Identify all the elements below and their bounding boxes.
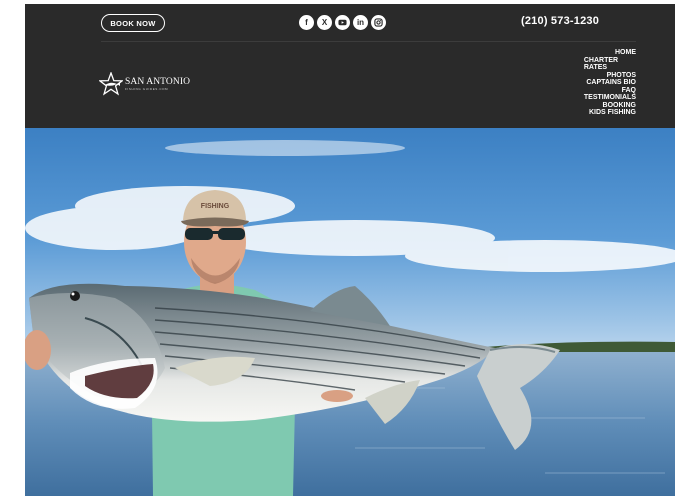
man-hand-right <box>321 390 353 402</box>
nav-item-booking[interactable]: BOOKING <box>603 102 636 110</box>
phone-number-link[interactable]: (210) 573-1230 <box>521 15 599 27</box>
hat-logo-text: FISHING <box>201 203 230 210</box>
nav-item-rates[interactable]: RATES <box>584 64 607 72</box>
clouds <box>25 140 675 272</box>
facebook-icon[interactable]: f <box>299 15 314 30</box>
logo-wordmark: SAN ANTONIO FISHING GUIDES.COM <box>125 77 190 92</box>
header-divider <box>101 41 636 42</box>
sunglasses <box>185 228 213 240</box>
linkedin-icon[interactable]: in <box>353 15 368 30</box>
logo-title: SAN ANTONIO <box>125 76 191 87</box>
social-links: f X in <box>299 15 386 30</box>
nav-item-faq[interactable]: FAQ <box>622 87 636 95</box>
instagram-icon[interactable] <box>371 15 386 30</box>
site-header: BOOK NOW f X in (210) 573-1230 SAN ANTON… <box>25 4 675 128</box>
star-fish-logo-icon <box>99 72 123 96</box>
logo-subtitle: FISHING GUIDES.COM <box>125 86 169 91</box>
main-nav: HOME CHARTER RATES PHOTOS CAPTAINS BIO F… <box>584 49 636 117</box>
page-frame: BOOK NOW f X in (210) 573-1230 SAN ANTON… <box>25 4 675 496</box>
x-twitter-icon[interactable]: X <box>317 15 332 30</box>
hero-photo: FISHING <box>25 140 675 496</box>
youtube-icon[interactable] <box>335 15 350 30</box>
nav-item-photos[interactable]: PHOTOS <box>607 72 636 80</box>
nav-item-home[interactable]: HOME <box>615 49 636 57</box>
nav-item-testimonials[interactable]: TESTIMONIALS <box>584 94 636 102</box>
book-now-button[interactable]: BOOK NOW <box>101 14 165 32</box>
nav-item-charter[interactable]: CHARTER <box>584 57 618 65</box>
nav-item-kids-fishing[interactable]: KIDS FISHING <box>589 109 636 117</box>
hero-image: FISHING <box>25 128 675 496</box>
site-logo[interactable]: SAN ANTONIO FISHING GUIDES.COM <box>99 70 199 98</box>
nav-item-captains-bio[interactable]: CAPTAINS BIO <box>586 79 636 87</box>
